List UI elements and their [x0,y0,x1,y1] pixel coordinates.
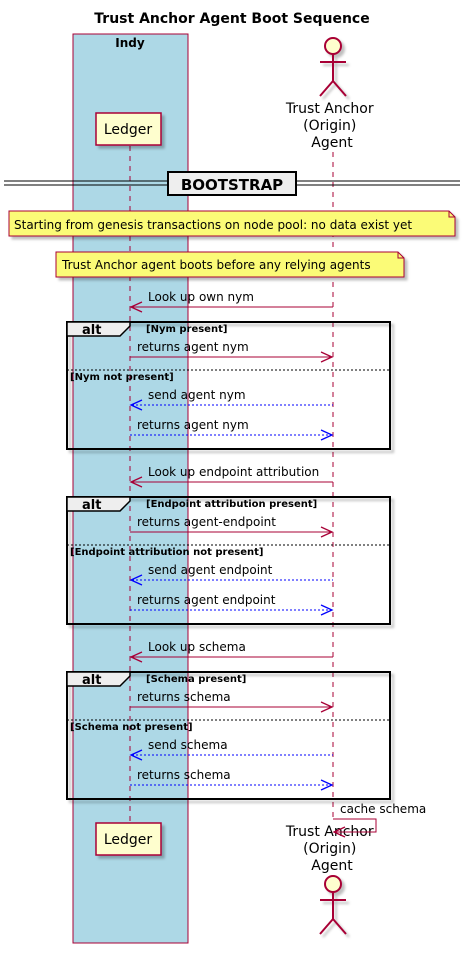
alt-guard-5-0: [Schema present] [146,674,246,685]
message-label-7: returns agent endpoint [137,593,276,607]
alt-label-1: alt [82,323,101,338]
agent-label-bottom-line3: Agent [311,858,353,874]
agent-label-top-line1: Trust Anchor [285,101,374,117]
message-label-2: send agent nym [148,388,246,402]
sequence-diagram: Trust Anchor Agent Boot Sequence Indy Le… [4,11,460,944]
ledger-participant-top: Ledger [95,112,162,146]
agent-label-bottom-line2: (Origin) [303,841,356,857]
message-label-5: returns agent-endpoint [137,515,276,529]
alt-label-5: alt [82,673,101,688]
alt-guard-1-1: [Nym not present] [70,372,174,383]
message-label-8: Look up schema [148,640,246,654]
message-label-0: Look up own nym [148,290,254,304]
alt-guard-1-0: [Nym present] [146,324,227,335]
diagram-title: Trust Anchor Agent Boot Sequence [94,11,369,27]
message-label-9: returns schema [137,690,231,704]
alt-guard-3-0: [Endpoint attribution present] [146,499,317,510]
message-label-11: returns schema [137,768,231,782]
ledger-label-bottom: Ledger [104,832,153,848]
agent-label-top-line3: Agent [311,135,353,151]
alt-label-3: alt [82,498,101,513]
message-label-4: Look up endpoint attribution [148,465,319,479]
self-message-label-6: cache schema [340,802,426,816]
note-genesis-text: Starting from genesis transactions on no… [14,218,412,232]
message-label-3: returns agent nym [137,418,249,432]
agent-label-top-line2: (Origin) [303,118,356,134]
participant-group-label: Indy [115,36,145,50]
message-label-1: returns agent nym [137,340,249,354]
agent-actor-bottom-icon [319,875,347,935]
alt-guard-5-1: [Schema not present] [70,722,193,733]
ledger-label: Ledger [104,122,153,138]
ledger-participant-bottom: Ledger [95,822,162,856]
message-label-6: send agent endpoint [148,563,273,577]
bootstrap-divider-label: BOOTSTRAP [181,176,283,194]
note-boot-order-text: Trust Anchor agent boots before any rely… [61,258,371,272]
agent-label-top: Trust Anchor (Origin) Agent [285,101,378,151]
message-label-10: send schema [148,738,228,752]
agent-actor-top-icon [319,37,347,97]
alt-guard-3-1: [Endpoint attribution not present] [70,547,263,558]
bootstrap-divider: BOOTSTRAP [4,171,460,196]
